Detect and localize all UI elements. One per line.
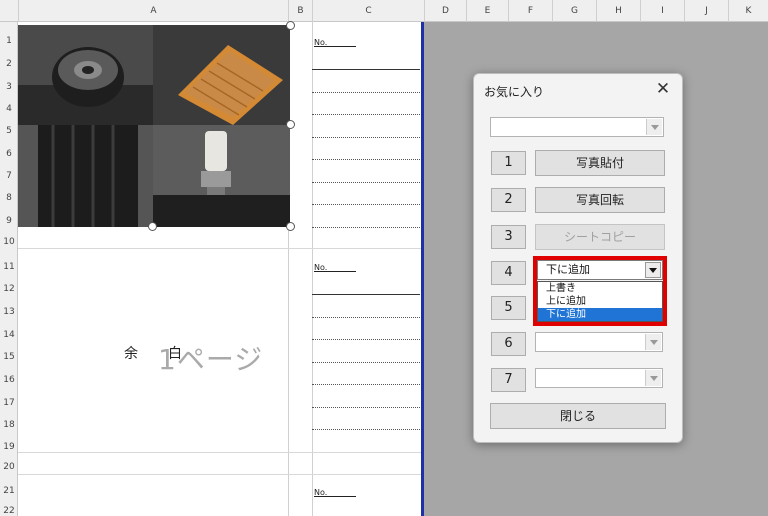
resize-handle[interactable]: [286, 222, 295, 231]
sheet-copy-button: シートコピー: [535, 224, 665, 250]
number-button-5[interactable]: 5: [491, 296, 526, 320]
no-underline: [326, 496, 356, 497]
resize-handle[interactable]: [148, 222, 157, 231]
resize-handle[interactable]: [286, 21, 295, 30]
combo-7[interactable]: [535, 368, 663, 388]
photo-tire[interactable]: [18, 125, 153, 227]
dotted-line: [312, 159, 420, 160]
row-number[interactable]: 20: [0, 462, 18, 472]
number-button-3[interactable]: 3: [491, 225, 526, 249]
chevron-down-icon[interactable]: [646, 119, 662, 135]
dotted-line: [312, 137, 420, 138]
page-break-line: [421, 22, 424, 516]
option-overwrite[interactable]: 上書き: [538, 282, 662, 295]
column-e[interactable]: E: [466, 0, 508, 22]
number-button-2[interactable]: 2: [491, 188, 526, 212]
column-f[interactable]: F: [508, 0, 552, 22]
row-number[interactable]: 3: [0, 82, 18, 92]
solid-line: [312, 294, 420, 295]
row-number[interactable]: 16: [0, 375, 18, 385]
column-h[interactable]: H: [596, 0, 640, 22]
dotted-line: [312, 114, 420, 115]
dotted-line: [312, 339, 420, 340]
column-j[interactable]: J: [684, 0, 728, 22]
row-divider: [18, 248, 422, 249]
option-add-below[interactable]: 下に追加: [538, 308, 662, 321]
no-underline: [326, 271, 356, 272]
row-divider: [18, 452, 422, 453]
chevron-down-icon[interactable]: [645, 262, 661, 278]
dotted-line: [312, 317, 420, 318]
row-number[interactable]: 19: [0, 442, 18, 452]
column-divider: [312, 22, 313, 516]
solid-line: [312, 69, 420, 70]
row-number[interactable]: 15: [0, 352, 18, 362]
column-a[interactable]: A: [18, 0, 288, 22]
combo-6[interactable]: [535, 332, 663, 352]
row-number[interactable]: 7: [0, 171, 18, 181]
row-divider: [18, 474, 422, 475]
dotted-line: [312, 407, 420, 408]
row-header: 1 2 3 4 5 6 7 8 9 10 11 12 13 14 15 16 1…: [0, 22, 18, 516]
column-i[interactable]: I: [640, 0, 684, 22]
chevron-down-icon[interactable]: [645, 370, 661, 386]
chevron-down-icon[interactable]: [645, 334, 661, 350]
number-button-4[interactable]: 4: [491, 261, 526, 285]
dialog-title: お気に入り: [484, 85, 545, 99]
column-k[interactable]: K: [728, 0, 768, 22]
dotted-line: [312, 384, 420, 385]
row-number[interactable]: 22: [0, 506, 18, 516]
photo-rotate-button[interactable]: 写真回転: [535, 187, 665, 213]
mode-select[interactable]: 下に追加: [537, 260, 663, 280]
photo-air-filter[interactable]: [153, 25, 290, 125]
row-number[interactable]: 2: [0, 59, 18, 69]
yohaku-text-left: 余: [124, 346, 138, 362]
column-header: A B C D E F G H I J K: [0, 0, 768, 22]
photo-oil-filter[interactable]: [18, 25, 153, 125]
resize-handle[interactable]: [286, 120, 295, 129]
close-button[interactable]: 閉じる: [490, 403, 666, 429]
dotted-line: [312, 362, 420, 363]
row-number[interactable]: 21: [0, 486, 18, 496]
column-d[interactable]: D: [424, 0, 466, 22]
row-number[interactable]: 5: [0, 126, 18, 136]
no-underline: [326, 46, 356, 47]
column-g[interactable]: G: [552, 0, 596, 22]
dotted-line: [312, 429, 420, 430]
row-number[interactable]: 4: [0, 104, 18, 114]
column-c[interactable]: C: [312, 0, 424, 22]
row-number[interactable]: 13: [0, 307, 18, 317]
row-number[interactable]: 17: [0, 398, 18, 408]
dotted-line: [312, 227, 420, 228]
photo-spark-plug[interactable]: [153, 125, 290, 227]
photo-paste-button[interactable]: 写真貼付: [535, 150, 665, 176]
row-number[interactable]: 10: [0, 237, 18, 247]
row-number[interactable]: 12: [0, 284, 18, 294]
close-icon[interactable]: ✕: [652, 78, 674, 100]
row-number[interactable]: 11: [0, 262, 18, 272]
row-number[interactable]: 14: [0, 330, 18, 340]
row-number[interactable]: 6: [0, 149, 18, 159]
column-b[interactable]: B: [288, 0, 312, 22]
row-number[interactable]: 9: [0, 216, 18, 226]
dotted-line: [312, 204, 420, 205]
mode-select-value: 下に追加: [546, 263, 590, 276]
number-button-6[interactable]: 6: [491, 332, 526, 356]
number-button-7[interactable]: 7: [491, 368, 526, 392]
row-number[interactable]: 18: [0, 420, 18, 430]
dotted-line: [312, 92, 420, 93]
dotted-line: [312, 182, 420, 183]
option-add-above[interactable]: 上に追加: [538, 295, 662, 308]
row-number[interactable]: 8: [0, 193, 18, 203]
favorites-combo[interactable]: [490, 117, 664, 137]
row-number[interactable]: 1: [0, 36, 18, 46]
photo-collage[interactable]: [18, 21, 295, 231]
page-watermark: 1ページ: [158, 343, 264, 376]
mode-options-list[interactable]: 上書き 上に追加 下に追加: [537, 281, 663, 322]
number-button-1[interactable]: 1: [491, 151, 526, 175]
